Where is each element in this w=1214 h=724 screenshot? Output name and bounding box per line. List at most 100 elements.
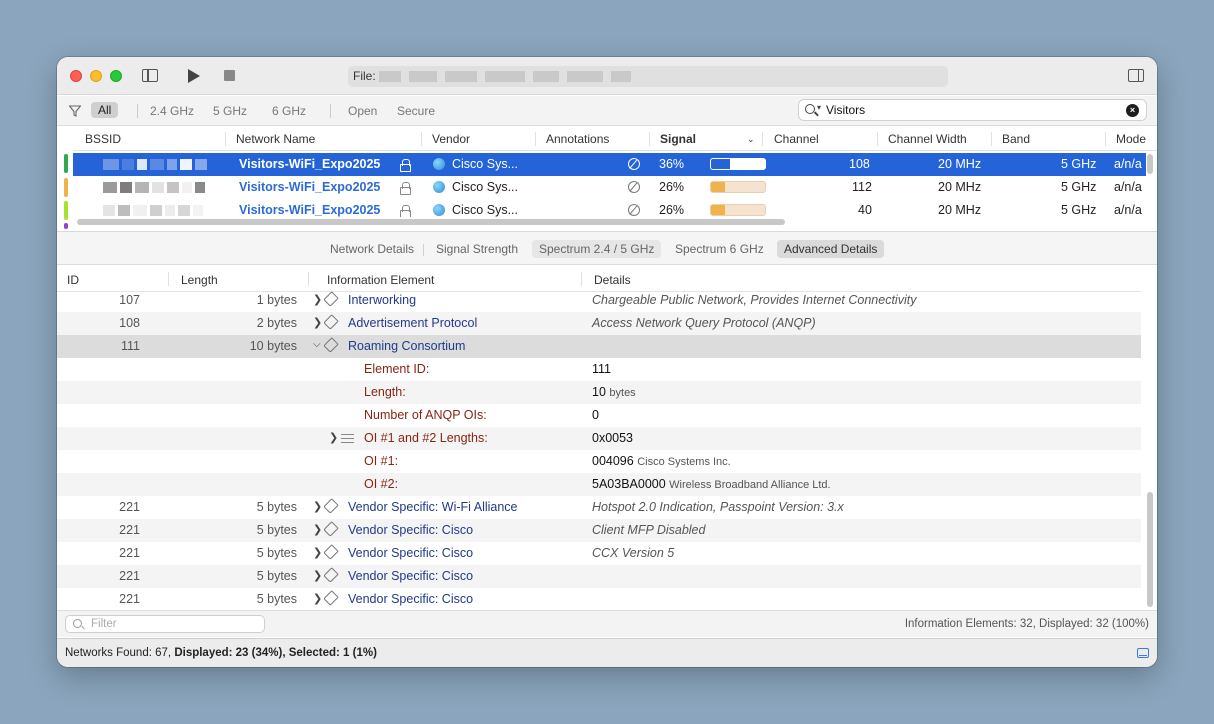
sub-label: OI #1 and #2 Lengths: bbox=[364, 431, 488, 445]
ie-length: 5 bytes bbox=[256, 592, 297, 606]
ie-id: 221 bbox=[119, 546, 140, 560]
column-header-id[interactable]: ID bbox=[67, 273, 79, 287]
ie-name: Interworking bbox=[348, 293, 417, 307]
column-header-band[interactable]: Band bbox=[1002, 132, 1030, 146]
table-row[interactable]: 107 1 bytes ❯ Interworking Chargeable Pu… bbox=[57, 289, 1141, 312]
network-row[interactable]: Visitors-WiFi_Expo2025 Cisco Sys... 36% … bbox=[73, 153, 1146, 176]
channel-width-value: 20 MHz bbox=[938, 180, 982, 194]
filter-secure-button[interactable]: Secure bbox=[397, 104, 435, 118]
ie-id: 221 bbox=[119, 523, 140, 537]
globe-icon bbox=[433, 181, 445, 193]
filter-24ghz-button[interactable]: 2.4 GHz bbox=[150, 104, 194, 118]
filter-funnel-icon[interactable] bbox=[69, 105, 81, 117]
details-vertical-scrollbar[interactable] bbox=[1147, 492, 1153, 607]
table-row[interactable]: 108 2 bytes ❯ Advertisement Protocol Acc… bbox=[57, 312, 1141, 335]
mode-value: a/n/a bbox=[1114, 157, 1142, 171]
filter-open-button[interactable]: Open bbox=[348, 104, 377, 118]
sub-row[interactable]: OI #2: 5A03BA0000 Wireless Broadband All… bbox=[57, 473, 1141, 496]
ie-details: Hotspot 2.0 Indication, Passpoint Versio… bbox=[592, 500, 844, 514]
tag-icon bbox=[323, 590, 339, 606]
play-icon[interactable] bbox=[188, 69, 200, 83]
column-header-details[interactable]: Details bbox=[594, 273, 631, 287]
ie-details: Chargeable Public Network, Provides Inte… bbox=[592, 293, 917, 307]
signal-value: 36% bbox=[659, 157, 685, 171]
sub-row[interactable]: Length: 10 bytes bbox=[57, 381, 1141, 404]
table-row[interactable]: 221 5 bytes ❯ Vendor Specific: Cisco CCX… bbox=[57, 542, 1141, 565]
table-row[interactable]: 111 10 bytes ⌵ Roaming Consortium bbox=[57, 335, 1141, 358]
column-header-channel-width[interactable]: Channel Width bbox=[888, 132, 967, 146]
minimize-window-button[interactable] bbox=[90, 70, 102, 82]
filter-6ghz-button[interactable]: 6 GHz bbox=[272, 104, 306, 118]
sub-value: 5A03BA0000 Wireless Broadband Alliance L… bbox=[592, 477, 831, 491]
channel-width-value: 20 MHz bbox=[938, 203, 982, 217]
column-header-annotations[interactable]: Annotations bbox=[546, 132, 609, 146]
sidebar-toggle-icon[interactable] bbox=[142, 69, 158, 82]
sort-chevron-icon[interactable]: ⌄ bbox=[747, 134, 755, 145]
status-text: Networks Found: 67, Displayed: 23 (34%),… bbox=[65, 647, 377, 659]
ie-id: 111 bbox=[120, 339, 140, 353]
column-header-mode[interactable]: Mode bbox=[1116, 132, 1146, 146]
filter-5ghz-button[interactable]: 5 GHz bbox=[213, 104, 247, 118]
sub-row[interactable]: OI #1: 004096 Cisco Systems Inc. bbox=[57, 450, 1141, 473]
networks-vertical-scrollbar[interactable] bbox=[1147, 154, 1153, 174]
chevron-right-icon[interactable]: ❯ bbox=[313, 546, 322, 559]
annotation-icon[interactable] bbox=[628, 203, 640, 217]
chevron-down-icon[interactable]: ⌵ bbox=[313, 339, 321, 350]
vendor-cell: Cisco Sys... bbox=[433, 157, 518, 171]
network-row[interactable]: Visitors-WiFi_Expo2025 Cisco Sys... 26% … bbox=[73, 176, 1146, 199]
column-header-length[interactable]: Length bbox=[181, 273, 218, 287]
stop-icon[interactable] bbox=[224, 70, 235, 81]
search-icon bbox=[73, 619, 82, 628]
column-header-bssid[interactable]: BSSID bbox=[85, 132, 121, 146]
tab-spectrum-6[interactable]: Spectrum 6 GHz bbox=[668, 240, 771, 258]
network-name: Visitors-WiFi_Expo2025 bbox=[239, 180, 381, 194]
tab-spectrum-24-5[interactable]: Spectrum 2.4 / 5 GHz bbox=[532, 240, 662, 258]
chevron-right-icon[interactable]: ❯ bbox=[313, 293, 322, 306]
chevron-right-icon[interactable]: ❯ bbox=[313, 523, 322, 536]
chevron-right-icon[interactable]: ❯ bbox=[313, 500, 322, 513]
inspector-toggle-icon[interactable] bbox=[1128, 69, 1144, 82]
zoom-window-button[interactable] bbox=[110, 70, 122, 82]
mode-value: a/n/a bbox=[1114, 180, 1142, 194]
status-panel-icon[interactable] bbox=[1137, 648, 1149, 658]
filter-all-button[interactable]: All bbox=[91, 102, 119, 118]
annotation-icon[interactable] bbox=[628, 180, 640, 194]
file-path-field[interactable]: File: bbox=[348, 66, 948, 87]
chevron-down-icon[interactable]: ▾ bbox=[817, 103, 821, 112]
sub-row[interactable]: Number of ANQP OIs: 0 bbox=[57, 404, 1141, 427]
search-icon bbox=[805, 104, 815, 114]
column-header-channel[interactable]: Channel bbox=[774, 132, 819, 146]
ie-name: Vendor Specific: Cisco bbox=[348, 546, 474, 560]
chevron-right-icon[interactable]: ❯ bbox=[329, 431, 338, 444]
detail-tabs-bar: Network Details Signal Strength Spectrum… bbox=[57, 231, 1157, 265]
table-row[interactable]: 221 5 bytes ❯ Vendor Specific: Cisco bbox=[57, 565, 1141, 588]
close-window-button[interactable] bbox=[70, 70, 82, 82]
tag-icon bbox=[323, 567, 339, 583]
horizontal-scrollbar[interactable] bbox=[77, 219, 785, 225]
table-row[interactable]: 221 5 bytes ❯ Vendor Specific: Cisco bbox=[57, 588, 1141, 611]
app-window: File: All 2.4 GHz 5 GHz 6 GHz Open Secur… bbox=[57, 57, 1157, 667]
table-row[interactable]: 221 5 bytes ❯ Vendor Specific: Cisco Cli… bbox=[57, 519, 1141, 542]
chevron-right-icon[interactable]: ❯ bbox=[313, 316, 322, 329]
chevron-right-icon[interactable]: ❯ bbox=[313, 569, 322, 582]
column-header-signal[interactable]: Signal bbox=[660, 132, 696, 146]
column-header-vendor[interactable]: Vendor bbox=[432, 132, 470, 146]
column-header-information-element[interactable]: Information Element bbox=[327, 273, 434, 287]
sub-row[interactable]: ❯ OI #1 and #2 Lengths: 0x0053 bbox=[57, 427, 1141, 450]
tab-network-details[interactable]: Network Details bbox=[323, 240, 421, 258]
list-icon bbox=[341, 434, 354, 443]
annotation-icon[interactable] bbox=[628, 157, 640, 171]
sub-row[interactable]: Element ID: 111 bbox=[57, 358, 1141, 381]
network-row[interactable]: Visitors-WiFi_Expo2025 Cisco Sys... 26% … bbox=[73, 199, 1146, 217]
tab-signal-strength[interactable]: Signal Strength bbox=[429, 240, 525, 258]
column-header-network-name[interactable]: Network Name bbox=[236, 132, 315, 146]
ie-name: Roaming Consortium bbox=[348, 339, 466, 353]
chevron-right-icon[interactable]: ❯ bbox=[313, 592, 322, 605]
table-row[interactable]: 221 5 bytes ❯ Vendor Specific: Wi-Fi All… bbox=[57, 496, 1141, 519]
clear-search-icon[interactable]: × bbox=[1126, 104, 1139, 117]
tab-advanced-details[interactable]: Advanced Details bbox=[777, 240, 885, 258]
sub-label: Length: bbox=[364, 385, 406, 399]
search-input[interactable]: ▾ Visitors × bbox=[798, 99, 1147, 121]
band-value: 5 GHz bbox=[1061, 203, 1097, 217]
filter-input[interactable]: Filter bbox=[65, 615, 265, 633]
